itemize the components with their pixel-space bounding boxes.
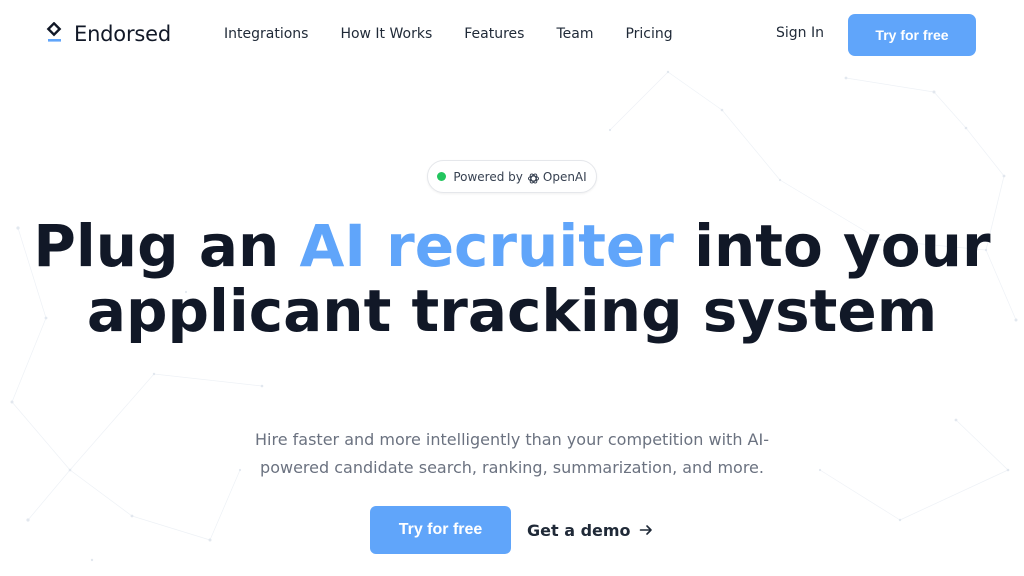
badge-brand: OpenAI	[542, 169, 587, 184]
nav-links: Integrations How It Works Features Team …	[224, 26, 705, 42]
nav-link-integrations[interactable]: Integrations	[224, 26, 308, 42]
nav-try-free-button[interactable]: Try for free	[848, 14, 976, 56]
badge-prefix: Powered by	[453, 169, 523, 184]
brand-logo[interactable]: Endorsed	[46, 21, 171, 46]
hero-try-free-button[interactable]: Try for free	[370, 506, 511, 554]
arrow-right-icon	[639, 525, 652, 535]
nav-link-pricing[interactable]: Pricing	[625, 26, 672, 42]
nav-link-features[interactable]: Features	[464, 26, 524, 42]
nav-link-team[interactable]: Team	[556, 26, 593, 42]
brand-name: Endorsed	[74, 22, 171, 46]
headline-accent: AI recruiter	[299, 212, 674, 280]
headline-prefix: Plug an	[33, 212, 300, 280]
diamond-logo-icon	[46, 21, 64, 46]
get-demo-link[interactable]: Get a demo	[527, 521, 653, 540]
hero-headline: Plug an AI recruiter into your applicant…	[0, 214, 1024, 344]
hero-subtitle: Hire faster and more intelligently than …	[255, 430, 769, 477]
top-navigation: Endorsed Integrations How It Works Featu…	[0, 0, 1024, 70]
openai-icon	[527, 170, 540, 184]
sign-in-link[interactable]: Sign In	[776, 25, 824, 41]
powered-by-badge: Powered by OpenAI	[427, 160, 597, 193]
nav-link-how-it-works[interactable]: How It Works	[340, 26, 432, 42]
status-dot	[437, 172, 447, 181]
get-demo-label: Get a demo	[527, 520, 631, 540]
hero-cta-row: Try for free Get a demo	[370, 506, 653, 554]
